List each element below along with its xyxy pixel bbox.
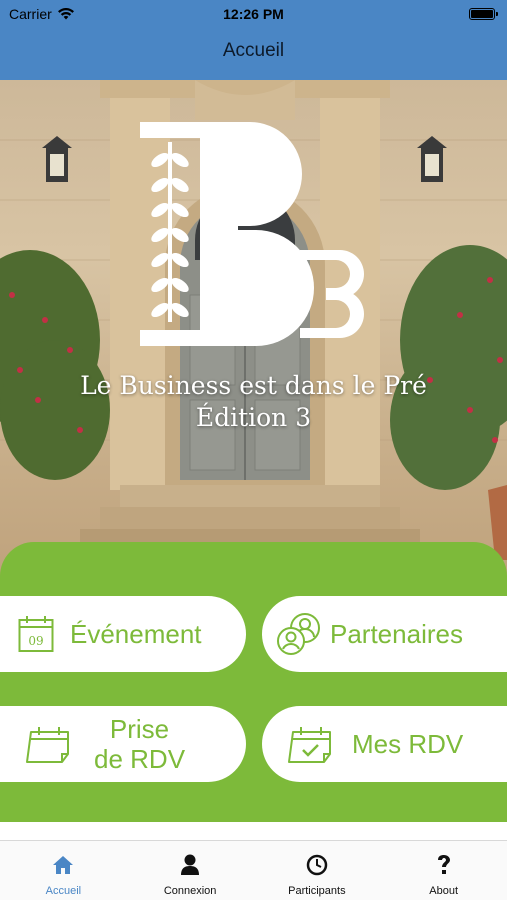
user-icon [180,853,200,877]
partners-icon [276,612,322,656]
status-time: 12:26 PM [223,6,284,22]
tab-accueil-label: Accueil [45,885,82,897]
partenaires-button[interactable]: Partenaires [262,596,507,672]
prise-rdv-label-line1: Prise [109,714,170,744]
mes-rdv-label: Mes RDV [352,729,464,759]
tab-bar: Accueil Connexion Participants About [0,840,507,900]
partenaires-label: Partenaires [330,619,463,649]
tab-participants-label: Participants [288,885,346,897]
evenement-label: Événement [70,619,202,649]
evenement-button[interactable]: 09 Événement [0,596,246,672]
tab-accueil[interactable]: Accueil [0,841,127,900]
status-bar: Carrier 12:26 PM [0,0,507,28]
page-title: Accueil [222,40,285,61]
menu-panel: 09 Événement Partenaires Prise de RDV Me… [0,542,507,822]
home-icon [52,853,74,877]
event-title-line1: Le Business est dans le Pré [80,371,427,400]
question-icon [436,853,452,877]
tab-participants[interactable]: Participants [254,841,381,900]
clock-icon [306,853,328,877]
calendar-check-icon [288,724,332,764]
calendar-icon: 09 [18,615,54,653]
calendar-day: 09 [28,634,43,648]
prise-rdv-button[interactable]: Prise de RDV [0,706,246,782]
navigation-bar: Carrier 12:26 PM Accueil [0,0,507,80]
hero-image: Le Business est dans le Pré Édition 3 [0,80,507,580]
tab-connexion[interactable]: Connexion [127,841,254,900]
tab-connexion-label: Connexion [163,885,217,897]
mes-rdv-button[interactable]: Mes RDV [262,706,507,782]
event-title: Le Business est dans le Pré Édition 3 [0,370,507,434]
calendar-blank-icon [26,724,70,764]
chateau-facade-illustration [0,80,507,560]
battery-icon [469,8,498,20]
event-title-line2: Édition 3 [195,403,312,432]
prise-rdv-label: Prise de RDV [94,714,185,774]
tab-about[interactable]: About [380,841,507,900]
prise-rdv-label-line2: de RDV [94,744,186,774]
tab-about-label: About [429,885,458,897]
